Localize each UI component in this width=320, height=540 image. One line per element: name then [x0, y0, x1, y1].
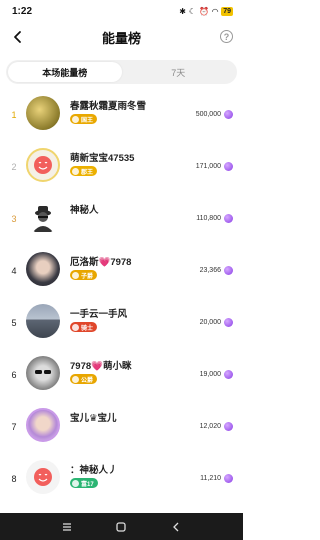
tab-bar: 本场能量榜 7天: [6, 60, 237, 84]
wifi-icon: ◠: [212, 6, 219, 16]
energy-orb-icon: [224, 162, 233, 171]
energy-score: 19,000: [199, 371, 221, 378]
header: 能量榜 ?: [0, 22, 243, 52]
user-name: 7978💗萌小眯: [70, 361, 132, 372]
badge-icon: [72, 323, 79, 331]
rank-number: 5: [11, 318, 17, 328]
sunglasses-icon: [35, 370, 51, 374]
leaderboard-row[interactable]: 6 7978💗萌小眯 公爵 19,000: [0, 350, 243, 402]
user-name: 一手云一手风: [70, 309, 128, 320]
energy-orb-icon: [224, 318, 233, 327]
leaderboard-row[interactable]: 2 萌新宝宝47535 郡王 171,000: [0, 142, 243, 194]
energy-orb-icon: [224, 110, 233, 119]
energy-score: 500,000: [195, 111, 221, 118]
back-chevron-icon: [172, 522, 179, 531]
avatar[interactable]: [26, 148, 60, 182]
avatar[interactable]: [26, 356, 60, 390]
bluetooth-icon: ✱: [179, 6, 186, 16]
badge-icon: [72, 115, 79, 123]
page-title: 能量榜: [101, 30, 141, 46]
avatar[interactable]: [26, 460, 60, 494]
sticker-face-icon: [34, 156, 52, 174]
user-name: 萌新宝宝47535: [70, 153, 135, 164]
help-icon[interactable]: ?: [220, 30, 233, 43]
moon-icon: ☾: [188, 6, 197, 16]
alarm-icon: ⏰: [199, 6, 210, 16]
rank-number: 4: [11, 266, 17, 276]
energy-score: 171,000: [195, 163, 221, 170]
rank-number: 2: [11, 162, 17, 172]
rank-number: 3: [11, 214, 17, 224]
user-name: 春露秋霜夏雨冬雪: [70, 101, 147, 112]
rank-number: 6: [11, 370, 17, 380]
user-name: 宝儿♛宝儿: [70, 413, 117, 424]
status-icons: ✱ ☾ ⏰ ◠ 79: [179, 6, 233, 16]
avatar[interactable]: [26, 200, 60, 234]
badge-icon: [72, 167, 79, 175]
tab-current-session[interactable]: 本场能量榜: [8, 62, 122, 82]
user-name: 神秘人: [70, 205, 99, 216]
home-square-icon: [116, 521, 127, 532]
level-badge: 子爵: [70, 270, 98, 280]
avatar[interactable]: [26, 304, 60, 338]
leaderboard-list: 1 春露秋霜夏雨冬雪 国王 500,000 2 萌新宝宝47535 郡王 171…: [0, 90, 243, 506]
badge-icon: [72, 479, 79, 487]
menu-button[interactable]: [61, 521, 73, 533]
system-nav-bar: [0, 513, 243, 540]
energy-score: 110,800: [196, 215, 221, 222]
badge-icon: [72, 375, 79, 383]
rank-number: 8: [11, 474, 17, 484]
badge-icon: [72, 271, 79, 279]
back-arrow-icon[interactable]: [10, 29, 26, 45]
user-name: 厄洛斯💗7978: [70, 257, 132, 268]
leaderboard-row[interactable]: 7 宝儿♛宝儿 12,020: [0, 402, 243, 454]
status-time: 1:22: [12, 5, 33, 17]
status-bar: 1:22 ✱ ☾ ⏰ ◠ 79: [0, 0, 243, 22]
avatar[interactable]: [26, 96, 60, 130]
level-badge: 公爵: [70, 374, 98, 384]
energy-score: 12,020: [199, 423, 221, 430]
energy-orb-icon: [224, 370, 233, 379]
rank-number: 7: [11, 422, 17, 432]
sticker-face-icon: [34, 468, 52, 486]
energy-orb-icon: [224, 214, 233, 223]
energy-orb-icon: [224, 474, 233, 483]
leaderboard-row[interactable]: 4 厄洛斯💗7978 子爵 23,366: [0, 246, 243, 298]
avatar[interactable]: [26, 252, 60, 286]
battery-icon: 79: [221, 6, 233, 16]
energy-score: 23,366: [199, 267, 221, 274]
level-badge: 骑士: [70, 322, 98, 332]
energy-orb-icon: [224, 266, 233, 275]
back-button[interactable]: [170, 521, 182, 533]
home-button[interactable]: [115, 521, 127, 533]
level-badge: 郡王: [70, 166, 98, 176]
leaderboard-row[interactable]: 8 ：神秘人丿 富17 11,210: [0, 454, 243, 506]
energy-score: 20,000: [199, 319, 221, 326]
leaderboard-row[interactable]: 1 春露秋霜夏雨冬雪 国王 500,000: [0, 90, 243, 142]
avatar[interactable]: [26, 408, 60, 442]
leaderboard-row[interactable]: 3 神秘人 110,800: [0, 194, 243, 246]
level-badge: 富17: [70, 478, 98, 488]
mystery-person-icon: [33, 206, 53, 232]
user-name: ：神秘人丿: [70, 465, 118, 476]
menu-icon: [63, 522, 72, 531]
tab-7-days[interactable]: 7天: [122, 62, 236, 82]
level-badge: 国王: [70, 114, 98, 124]
leaderboard-row[interactable]: 5 一手云一手风 骑士 20,000: [0, 298, 243, 350]
energy-score: 11,210: [200, 475, 221, 482]
energy-orb-icon: [224, 422, 233, 431]
rank-number: 1: [11, 110, 17, 120]
